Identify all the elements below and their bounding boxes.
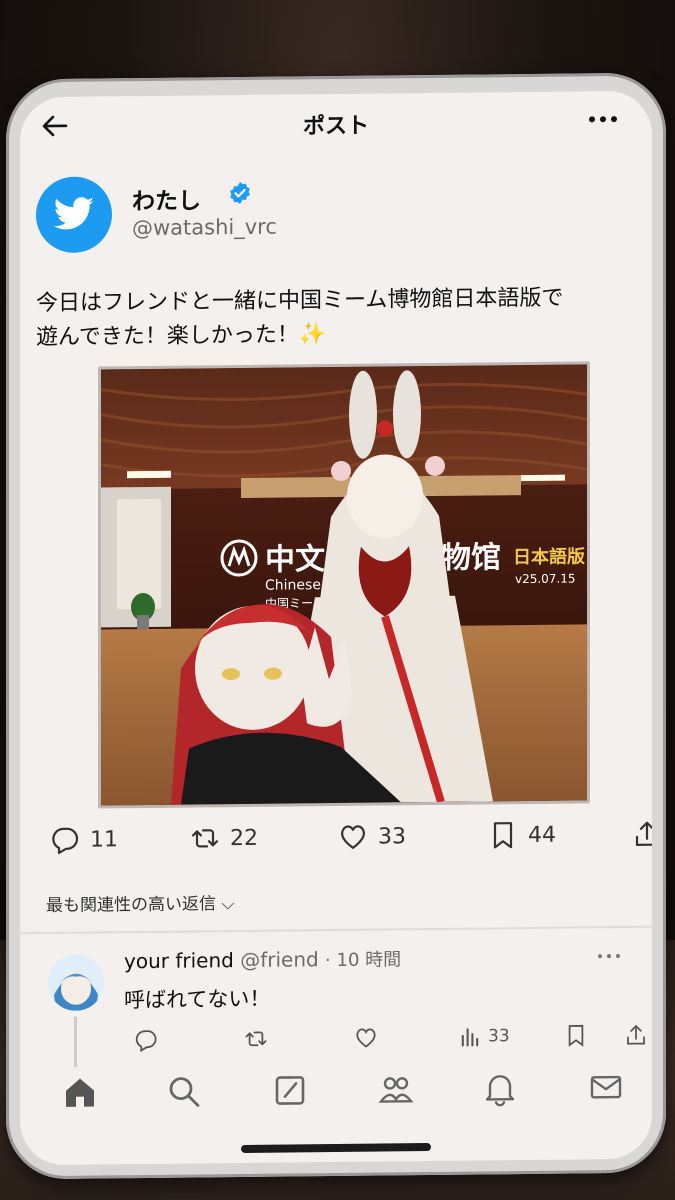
reply-reply-button[interactable] [134,1028,158,1052]
media-badge: 日本語版 [513,545,585,568]
post-text-line: 今日はフレンドと一緒に中国ミーム博物館日本語版で [36,285,564,317]
reply-views-count: 33 [488,1026,510,1047]
heart-icon [356,1028,376,1048]
heart-icon [341,825,365,849]
reply-repost-button[interactable] [244,1027,268,1051]
like-button[interactable]: 33 [338,821,406,852]
home-indicator[interactable] [241,1143,431,1153]
friend-avatar-image [48,954,104,1012]
reply-text: 呼ばれてない！ [124,986,271,1013]
media-version: v25.07.15 [515,571,576,586]
search-icon[interactable] [166,1073,202,1109]
post-text-line: 遊んできた！楽しかった！✨ [36,322,327,351]
compose-icon[interactable] [272,1072,308,1108]
more-options-icon[interactable] [586,105,620,133]
reply-like-button[interactable] [354,1026,378,1050]
reply-header: your friend @friend · 10 時間 [124,945,401,974]
reply-icon [52,827,79,855]
phone-screen: ポスト わたし @watashi_vrc 今日はフレンドと一緒に中国ミーム博物館… [20,90,652,1166]
reply-more-icon[interactable] [596,949,622,963]
reply-count: 11 [90,826,118,853]
author-name[interactable]: わたし [132,181,201,216]
reply-author-handle[interactable]: @friend [240,947,319,972]
post-author: わたし @watashi_vrc [36,171,632,257]
bottom-tab-bar [20,1059,652,1126]
replies-sort-label: 最も関連性の高い返信 [46,894,216,917]
media-title: 中文 [265,542,325,578]
reply-time: · 10 時間 [325,949,402,972]
analytics-icon [461,1028,479,1047]
share-icon [635,821,652,846]
post-media-image[interactable]: 中文 物馆 日本語版 Chinese m 中国ミーム博 v25.07.15 [98,361,590,809]
share-icon [627,1024,645,1045]
repost-icon [245,1031,267,1047]
reply-button[interactable]: 11 [50,824,118,855]
chevron-down-icon: ⌵ [221,894,235,915]
messages-envelope-icon[interactable] [588,1069,624,1105]
bookmark-icon [568,1024,584,1047]
repost-button[interactable]: 22 [190,823,258,854]
repost-count: 22 [230,825,258,851]
page-title: ポスト [302,113,369,140]
vrchat-photo: 中文 物馆 日本語版 Chinese m 中国ミーム博 v25.07.15 [100,364,588,806]
phone-frame: ポスト わたし @watashi_vrc 今日はフレンドと一緒に中国ミーム博物館… [6,72,666,1180]
top-bar: ポスト [20,91,652,154]
reply-author-name[interactable]: your friend [124,948,234,973]
home-icon[interactable] [62,1074,98,1110]
reply-thread-line [74,1016,77,1067]
post-actions: 11 22 33 44 [36,819,652,865]
author-handle[interactable]: @watashi_vrc [132,215,277,241]
bookmark-count: 44 [528,822,556,848]
reply-avatar[interactable] [48,954,104,1012]
notifications-bell-icon[interactable] [482,1070,518,1107]
reply-bookmark-button[interactable] [564,1023,588,1047]
communities-icon[interactable] [378,1071,414,1107]
twitter-bird-icon [53,197,94,230]
reply-icon [135,1030,157,1052]
reply-views-button[interactable]: 33 [458,1024,510,1049]
repost-icon [191,829,219,848]
like-count: 33 [378,823,406,850]
bookmark-icon [493,822,513,849]
verified-badge-icon [230,182,250,205]
replies-sort-dropdown[interactable]: 最も関連性の高い返信 ⌵ [46,889,234,916]
bookmark-button[interactable]: 44 [488,820,556,851]
author-avatar[interactable] [36,176,112,254]
reply-item[interactable]: your friend @friend · 10 時間 呼ばれてない！ 33 [20,931,652,1078]
post-text: 今日はフレンドと一緒に中国ミーム博物館日本語版で 遊んできた！楽しかった！✨ [36,281,632,355]
reply-share-button[interactable] [624,1023,648,1047]
reply-actions: 33 [124,1023,645,1062]
share-button[interactable] [632,819,652,849]
media-title-end: 物馆 [441,540,501,576]
